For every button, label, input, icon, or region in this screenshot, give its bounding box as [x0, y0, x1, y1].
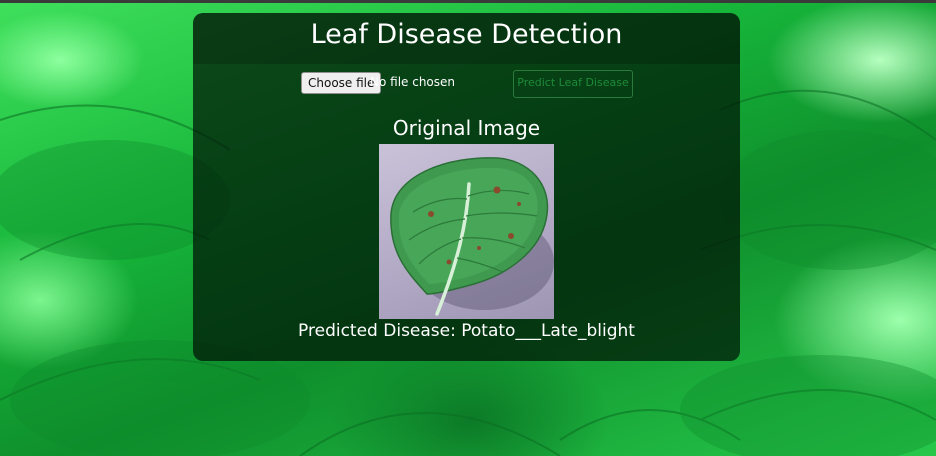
original-image-heading: Original Image — [392, 116, 541, 140]
prediction-result: Predicted Disease: Potato___Late_blight — [193, 321, 740, 341]
original-leaf-image — [379, 144, 554, 319]
predict-button[interactable]: Predict Leaf Disease — [513, 70, 633, 98]
leaf-illustration — [390, 157, 554, 316]
detection-panel: Leaf Disease Detection Choose file No fi… — [193, 13, 740, 361]
top-border — [0, 0, 936, 3]
file-status-text: No file chosen — [370, 75, 456, 89]
panel-header: Leaf Disease Detection — [193, 13, 740, 64]
predicted-disease-name: Potato___Late_blight — [461, 321, 635, 341]
page-title: Leaf Disease Detection — [310, 19, 623, 50]
prediction-prefix: Predicted Disease: — [298, 321, 462, 341]
